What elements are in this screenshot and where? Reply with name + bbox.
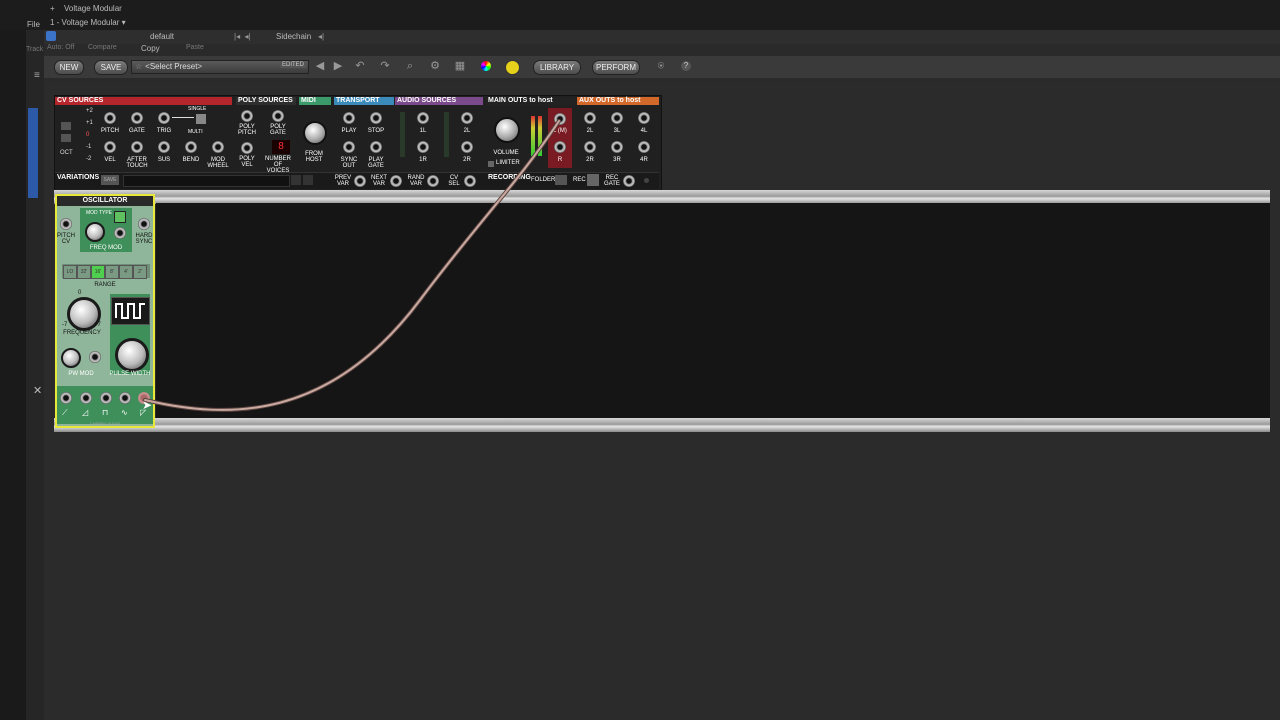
mouse-cursor-icon: ➤ <box>142 398 153 412</box>
patch-cable[interactable] <box>0 0 1280 720</box>
